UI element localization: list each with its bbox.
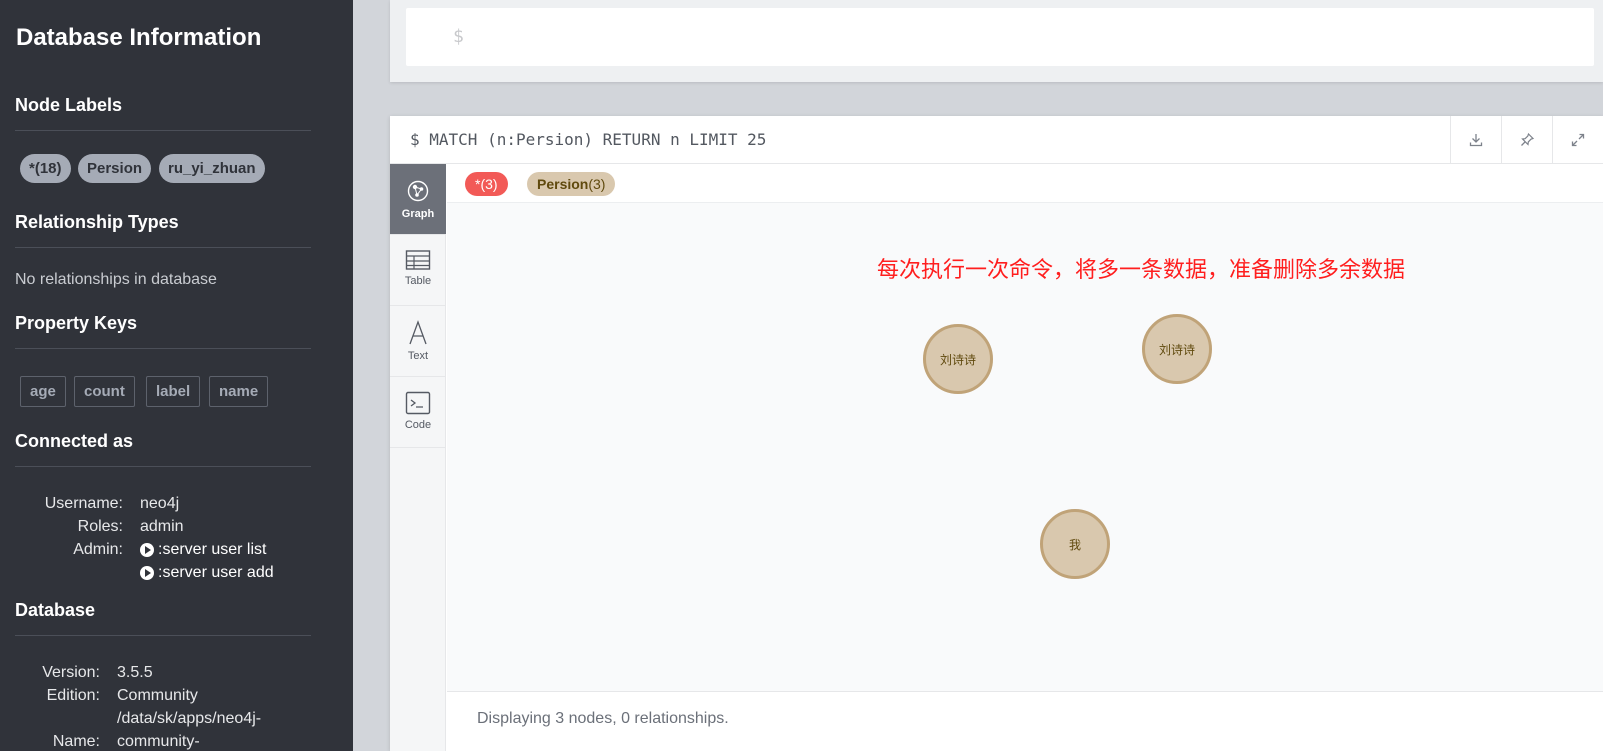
node-label-all[interactable]: *(18) [20, 154, 71, 183]
annotation-text: 每次执行一次命令，将多一条数据，准备删除多余数据 [877, 257, 1406, 282]
text-icon [409, 320, 427, 345]
roles-value: admin [140, 518, 184, 535]
pill-label-count: (3) [588, 176, 606, 192]
download-icon [1469, 134, 1483, 147]
admin-label: Admin: [73, 541, 123, 558]
property-keys-heading: Property Keys [15, 313, 138, 333]
code-icon [405, 391, 431, 415]
node-labels-heading: Node Labels [15, 95, 123, 115]
command-text: :server user add [158, 564, 274, 581]
tab-label: Text [407, 350, 429, 362]
node-label-persion[interactable]: Persion [78, 154, 152, 183]
property-key-age[interactable]: age [20, 376, 66, 407]
node-label-ru-yi-zhuan[interactable]: ru_yi_zhuan [159, 154, 265, 183]
tab-label: Table [404, 275, 432, 287]
query-text[interactable]: $ MATCH (n:Persion) RETURN n LIMIT 25 [410, 130, 766, 149]
graph-label-bar: *(3) Persion(3) [447, 164, 1603, 203]
pin-icon [1521, 132, 1535, 146]
graph-node[interactable]: 刘诗诗 [923, 324, 993, 394]
roles-label: Roles: [77, 518, 123, 535]
graph-node[interactable]: 刘诗诗 [1142, 314, 1212, 384]
graph-canvas[interactable]: *(3) Persion(3) 每次执行一次命令，将多一条数据，准备删除多余数据… [447, 164, 1603, 751]
result-frame: $ MATCH (n:Persion) RETURN n LIMIT 25 Gr… [390, 116, 1603, 751]
graph-label-all-pill[interactable]: *(3) [465, 172, 508, 196]
pin-button[interactable] [1501, 116, 1552, 164]
username-label: Username: [44, 495, 123, 512]
graph-status-bar: Displaying 3 nodes, 0 relationships. [447, 691, 1603, 751]
download-button[interactable] [1450, 116, 1501, 164]
divider [15, 635, 311, 636]
version-value: 3.5.5 [117, 664, 153, 681]
divider [15, 466, 311, 467]
name-value-line1: /data/sk/apps/neo4j- [117, 710, 262, 727]
divider [15, 348, 311, 349]
result-view-tabs: Graph Table Text Code [390, 164, 446, 751]
property-key-name[interactable]: name [209, 376, 269, 407]
graph-label-persion-pill[interactable]: Persion(3) [527, 172, 616, 196]
sidebar-title: Database Information [16, 24, 262, 51]
pill-label-name: Persion [537, 176, 589, 192]
table-icon [405, 250, 431, 270]
username-value: neo4j [140, 495, 180, 512]
result-header: $ MATCH (n:Persion) RETURN n LIMIT 25 [390, 116, 1603, 164]
database-info-sidebar: Database Information Node Labels *(18) P… [0, 0, 353, 751]
edition-value: Community [117, 687, 198, 704]
play-icon [140, 543, 154, 557]
tab-graph[interactable]: Graph [390, 164, 446, 235]
property-key-count[interactable]: count [74, 376, 135, 407]
graph-icon [407, 180, 429, 202]
name-value-line2: community- [117, 733, 200, 750]
status-text: Displaying 3 nodes, 0 relationships. [477, 710, 729, 727]
server-user-list-command[interactable]: :server user list [140, 541, 266, 559]
server-user-add-command[interactable]: :server user add [140, 564, 274, 582]
name-label: Name: [52, 733, 100, 750]
tab-code[interactable]: Code [390, 377, 446, 448]
tab-text[interactable]: Text [390, 306, 446, 377]
relationship-types-heading: Relationship Types [15, 212, 179, 232]
property-key-label[interactable]: label [146, 376, 201, 407]
expand-button[interactable] [1552, 116, 1603, 164]
tab-label: Code [404, 419, 432, 431]
version-label: Version: [42, 664, 100, 681]
tab-table[interactable]: Table [390, 235, 446, 306]
connected-as-heading: Connected as [15, 431, 134, 451]
no-relationships-text: No relationships in database [15, 271, 217, 288]
tab-label: Graph [401, 208, 435, 220]
command-text: :server user list [158, 541, 267, 558]
divider [15, 247, 311, 248]
graph-node[interactable]: 我 [1040, 509, 1110, 579]
edition-label: Edition: [46, 687, 100, 704]
database-heading: Database [15, 600, 96, 620]
expand-icon [1571, 133, 1585, 147]
editor-prompt: $ [453, 26, 464, 47]
cypher-editor-input[interactable] [406, 8, 1594, 66]
divider [15, 130, 311, 131]
play-icon [140, 566, 154, 580]
